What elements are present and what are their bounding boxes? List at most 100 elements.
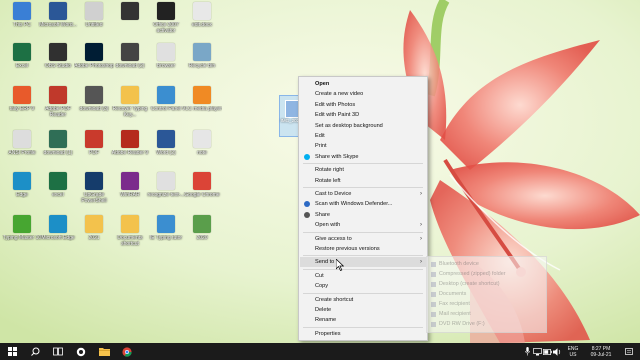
document-icon [157,172,175,190]
menu-item-share[interactable]: Share [300,210,426,220]
desktop-icon[interactable]: IE Typing tutor [148,215,184,259]
desktop-icon[interactable]: Microsoft Word... [39,2,77,46]
menu-item-open-with[interactable]: Open with › [300,220,426,230]
desktop-icon[interactable]: Recover Typing Key... [112,86,148,130]
send-to-item-label: Compressed (zipped) folder [439,271,506,277]
desktop-icon[interactable]: PDF [76,130,112,174]
menu-item-scan-with-windows-defender[interactable]: Scan with Windows Defender... [300,199,426,209]
desktop-icon-label: download (1) [43,150,73,156]
send-to-item[interactable]: Documents [431,291,466,297]
desktop-icon-label: PDF [89,150,99,156]
send-to-item-label: Desktop (create shortcut) [439,281,500,287]
windows-start-icon[interactable] [4,343,20,360]
desktop-icon[interactable]: Typing Master 10 [3,215,41,259]
desktop-icon[interactable]: download (1) [40,130,76,174]
desktop-icon[interactable]: Word (2) [148,130,184,174]
menu-item-share-with-skype[interactable]: Share with Skype [300,152,426,162]
document-icon [193,2,211,20]
menu-item-rotate-left[interactable]: Rotate left [300,176,426,186]
task-view-icon[interactable] [50,343,66,360]
desktop-icon[interactable]: Adobe Photoshop [74,43,114,87]
menu-item-set-as-desktop-background[interactable]: Set as desktop background [300,121,426,131]
chrome-icon [193,172,211,190]
menu-item-give-access-to[interactable]: Give access to › [300,234,426,244]
menu-item-create-shortcut[interactable]: Create shortcut [300,295,426,305]
send-to-item[interactable]: Mail recipient [431,311,471,317]
volume-icon[interactable] [552,343,562,360]
menu-item-properties[interactable]: Properties [300,329,426,339]
desktop-icon[interactable]: 2021 [76,215,112,259]
send-to-item-icon [431,322,436,327]
menu-item-cast-to-device[interactable]: Cast to Device › [300,189,426,199]
menu-separator [303,231,423,233]
desktop-icon[interactable]: WinRAR [112,172,148,216]
document-icon [13,130,31,148]
desktop-icon[interactable]: Office 2007 activator [148,2,184,46]
menu-item-edit-with-paint-3d[interactable]: Edit with Paint 3D [300,110,426,120]
pdf-icon [85,130,103,148]
desktop-icon[interactable]: note [184,130,220,174]
desktop-icon[interactable]: Untitled [76,2,112,46]
desktop-icon[interactable] [112,2,148,46]
desktop-icon[interactable]: VLC media player [182,86,222,130]
battery-icon[interactable] [542,343,552,360]
menu-item-edit[interactable]: Edit [300,131,426,141]
menu-item-restore-previous-versions[interactable]: Restore previous versions [300,244,426,254]
menu-item-label: Cast to Device [315,191,352,197]
region-label: US [569,351,577,358]
send-to-item[interactable]: DVD RW Drive (F:) [431,321,485,327]
menu-item-label: Share [315,211,330,218]
network-icon[interactable] [532,343,542,360]
desktop-icon[interactable]: UpGrade PowerShell [76,172,112,216]
send-to-item[interactable]: Compressed (zipped) folder [431,271,506,277]
desktop-icon[interactable]: Recycle Bin [184,43,220,87]
desktop-icon[interactable]: Documents shortcut [112,215,148,259]
desktop-icon-label: Control Panel [150,106,182,112]
send-to-item[interactable]: Fax recipient [431,301,470,307]
desktop-icon[interactable]: ANSI Profile [4,130,40,174]
send-to-item[interactable]: Desktop (create shortcut) [431,281,500,287]
desktop-icon[interactable]: This PC [4,2,40,46]
search-icon[interactable] [27,343,43,360]
desktop-icon[interactable]: Edge [4,172,40,216]
language-indicator[interactable]: ENG US [564,343,582,360]
menu-item-send-to[interactable]: Send to › [300,257,426,268]
menu-item-rename[interactable]: Rename [300,315,426,325]
menu-item-delete[interactable]: Delete [300,305,426,315]
desktop-icon[interactable]: Google Chrome [184,172,220,216]
chrome-icon[interactable] [119,343,135,360]
desktop-icon[interactable]: 2020 [184,215,220,259]
desktop-icon[interactable]: Adobe Reader 9 [112,130,148,174]
document-icon [193,130,211,148]
menu-item-edit-with-photos[interactable]: Edit with Photos [300,100,426,110]
desktop-icon[interactable]: Control Panel [148,86,184,130]
desktop-icon[interactable]: Microsoft Edge [40,215,76,259]
desktop-icon[interactable]: download (2) [112,43,148,87]
menu-item-cut[interactable]: Cut [300,271,426,281]
menu-item-open[interactable]: Open [300,79,426,89]
menu-item-rotate-right[interactable]: Rotate right [300,165,426,175]
file-explorer-icon[interactable] [96,343,112,360]
desktop-icon[interactable]: recognize text-... [148,172,184,216]
send-to-item-icon [431,282,436,287]
desktop-icon[interactable]: OBS Studio [40,43,76,87]
desktop-icon[interactable]: Excel [4,43,40,87]
desktop-icon[interactable]: download (3) [76,86,112,130]
menu-item-copy[interactable]: Copy [300,281,426,291]
clock[interactable]: 8:27 PM 09-Jul-21 [585,343,617,360]
send-to-submenu: Bluetooth device Compressed (zipped) fold… [426,256,547,333]
desktop-icon[interactable]: tally ERP 9 [4,86,40,130]
menu-item-print[interactable]: Print [300,141,426,151]
menu-item-create-a-new-video[interactable]: Create a new video [300,89,426,99]
desktop-icon-label: ANSI Profile [8,150,36,156]
microphone-icon[interactable] [522,343,532,360]
desktop-icon[interactable]: edit.docx [184,2,220,46]
send-to-item[interactable]: Bluetooth device [431,261,479,267]
notification-icon[interactable] [622,343,636,360]
excel-icon [13,43,31,61]
desktop-icon[interactable]: Browser [148,43,184,87]
desktop-icon[interactable]: excel [40,172,76,216]
camera-app-icon[interactable] [73,343,89,360]
desktop-icon[interactable]: Adobe PDF Reader [40,86,76,130]
menu-item-label: Cut [315,272,324,279]
